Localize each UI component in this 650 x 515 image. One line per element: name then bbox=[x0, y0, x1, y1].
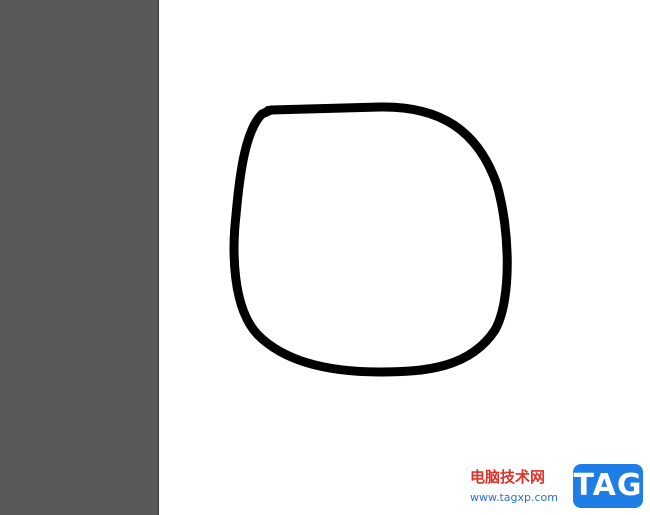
watermark: 电脑技术网 www.tagxp.com TAG bbox=[468, 464, 648, 512]
path-start-point[interactable] bbox=[264, 106, 272, 114]
watermark-url: www.tagxp.com bbox=[470, 491, 558, 504]
watermark-tag-badge: TAG bbox=[573, 464, 643, 508]
drawing-canvas[interactable] bbox=[0, 0, 650, 515]
watermark-site-name: 电脑技术网 bbox=[470, 468, 546, 486]
drawn-shape-path[interactable] bbox=[229, 102, 512, 377]
